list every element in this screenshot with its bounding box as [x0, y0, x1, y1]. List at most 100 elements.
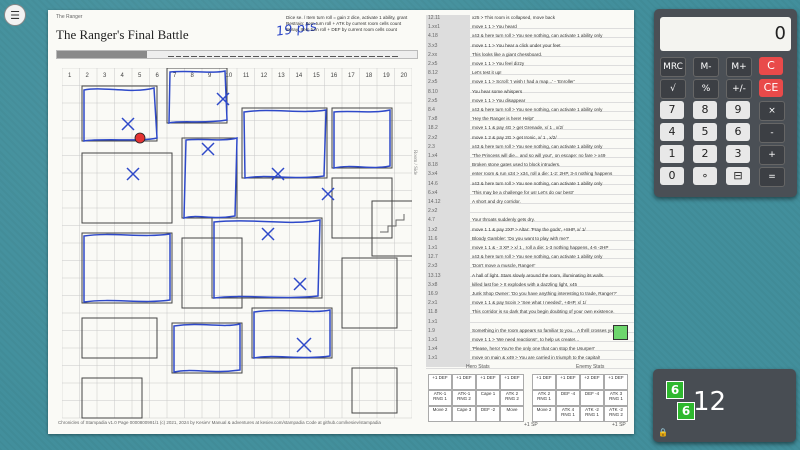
col-label: 14 — [296, 73, 303, 79]
xp-tick[interactable] — [245, 49, 252, 57]
stat-box[interactable]: +1 DEF — [428, 374, 452, 390]
xp-tick[interactable] — [206, 49, 213, 57]
calc-key[interactable]: + — [759, 145, 785, 165]
xp-tick[interactable] — [191, 49, 197, 57]
xp-tick[interactable] — [322, 49, 329, 57]
calc-key[interactable]: MRC — [660, 57, 686, 77]
complete-button[interactable] — [613, 325, 628, 340]
calc-key[interactable]: 5 — [693, 123, 717, 141]
xp-tick[interactable] — [237, 49, 244, 57]
calc-key[interactable]: CE — [759, 79, 783, 97]
xp-tick[interactable] — [307, 49, 313, 57]
col-label: 7 — [173, 73, 177, 79]
xp-tick[interactable] — [214, 49, 221, 57]
xp-tick[interactable] — [369, 49, 375, 57]
calc-key[interactable]: 2 — [693, 145, 717, 163]
calc-key[interactable]: ∘ — [693, 167, 717, 185]
calc-key[interactable]: +/- — [726, 79, 752, 99]
calc-key[interactable]: 8 — [693, 101, 717, 119]
calc-key[interactable]: 7 — [660, 101, 684, 119]
stat-box[interactable]: ATK 3 RNG 1 — [604, 390, 628, 406]
stat-box[interactable]: +1 DEF — [556, 374, 580, 390]
stat-box[interactable]: ATK-1 RNG 2 — [452, 390, 476, 406]
menu-button[interactable]: ☰ — [4, 4, 26, 26]
xp-tick[interactable] — [338, 49, 344, 57]
calculator-display: 0 — [660, 17, 791, 51]
stat-box[interactable]: ATK 4 RNG 1 — [556, 406, 580, 422]
xp-tick[interactable] — [222, 49, 228, 57]
xp-tick[interactable] — [229, 49, 236, 57]
stat-box[interactable]: ATK 2 RNG 2 — [500, 390, 524, 406]
xp-tick[interactable] — [361, 49, 368, 57]
xp-tick[interactable] — [392, 49, 399, 57]
dungeon-map[interactable]: 1234567891011121314151617181920 12345678… — [62, 68, 412, 424]
stat-box[interactable]: Move 2 — [532, 406, 556, 422]
xp-tick[interactable] — [330, 49, 337, 57]
stat-box[interactable]: +1 DEF — [452, 374, 476, 390]
stat-box[interactable]: ATK -2 RNG 2 — [604, 406, 628, 422]
log-entry-text: x43 & here turn roll > You see nothing, … — [472, 254, 603, 260]
xp-tick[interactable] — [183, 49, 190, 57]
sidebar-label: Room / Side — [412, 150, 417, 176]
xp-tick[interactable] — [345, 49, 352, 57]
calc-key[interactable]: × — [759, 101, 785, 121]
log-entry-text: move 1 1 > You feel dizzy — [472, 61, 525, 66]
xp-tick[interactable] — [353, 49, 360, 57]
stat-box[interactable]: ATK 2 RNG 1 — [532, 390, 556, 406]
stat-box[interactable]: Move — [500, 406, 524, 422]
stat-box[interactable]: DEF -4 — [580, 390, 604, 406]
stat-box[interactable]: +1 DEF — [604, 374, 628, 390]
xp-tick[interactable] — [299, 49, 306, 57]
calc-key[interactable]: 0 — [660, 167, 684, 185]
calc-key[interactable]: 9 — [726, 101, 750, 119]
calc-key[interactable]: % — [693, 79, 719, 99]
log-entry-text: A hall of light. Stars slowly around the… — [472, 272, 605, 278]
stat-box[interactable]: ATK-1 RNG 1 — [428, 390, 452, 406]
stat-box[interactable]: +2 DEF — [580, 374, 604, 390]
stat-box[interactable]: +1 DEF — [532, 374, 556, 390]
xp-tick[interactable] — [376, 49, 383, 57]
xp-tick[interactable] — [260, 49, 267, 57]
log-entry-text: 'Don't move a muscle, Ranger!' — [472, 263, 536, 269]
calc-key[interactable]: √ — [660, 79, 686, 99]
calc-key[interactable]: ⊟ — [726, 167, 750, 185]
enemy-stats-title: Enemy Stats — [576, 364, 605, 370]
die-1[interactable]: 6 — [666, 381, 684, 399]
xp-tick[interactable] — [284, 49, 290, 57]
xp-tick[interactable] — [168, 49, 174, 57]
xp-tick[interactable] — [291, 49, 298, 57]
enemy-sp: +1 SP — [612, 422, 626, 428]
xp-tick-track[interactable] — [168, 49, 399, 57]
xp-tick[interactable] — [198, 49, 205, 57]
stat-box[interactable]: Move 2 — [428, 406, 452, 422]
stat-box[interactable]: DEF -4 — [556, 390, 580, 406]
calc-key[interactable]: 6 — [726, 123, 750, 141]
dice-panel[interactable]: 6 6 12 🔒 — [653, 369, 796, 442]
xp-tick[interactable] — [253, 49, 259, 57]
calc-key[interactable]: 1 — [660, 145, 684, 163]
xp-tick[interactable] — [384, 49, 391, 57]
xp-tick[interactable] — [276, 49, 283, 57]
log-entry-text: move 1 1 > Scroll: 'I wish I had a map..… — [472, 79, 575, 85]
stat-box[interactable]: Cape 1 — [476, 390, 500, 406]
calc-key[interactable]: C — [759, 57, 783, 75]
calc-key[interactable]: M- — [693, 57, 719, 77]
calc-key[interactable]: 4 — [660, 123, 684, 141]
log-entry-text: x25 > This room is collapsed, move back — [472, 15, 556, 20]
xp-tick[interactable] — [175, 49, 182, 57]
stat-box[interactable]: DEF -2 — [476, 406, 500, 422]
lock-icon[interactable]: 🔒 — [658, 428, 668, 437]
log-entry-text: 'The Princess will die... and so will yo… — [472, 153, 606, 158]
stat-box[interactable]: ATK -2 RNG 1 — [580, 406, 604, 422]
stat-box[interactable]: +1 DEF — [476, 374, 500, 390]
xp-tick[interactable] — [314, 49, 321, 57]
stat-box[interactable]: +1 DEF — [500, 374, 524, 390]
stat-box[interactable]: Cape 3 — [452, 406, 476, 422]
calc-key[interactable]: M+ — [726, 57, 752, 77]
xp-tick[interactable] — [268, 49, 275, 57]
calc-key[interactable]: = — [759, 167, 785, 187]
log-entry-text: move 1 1 > 'We need reactions!', to help… — [472, 337, 580, 342]
log-entry-text: x43 & here turn roll > You see nothing, … — [472, 107, 603, 112]
calc-key[interactable]: 3 — [726, 145, 750, 163]
calc-key[interactable]: - — [759, 123, 785, 143]
